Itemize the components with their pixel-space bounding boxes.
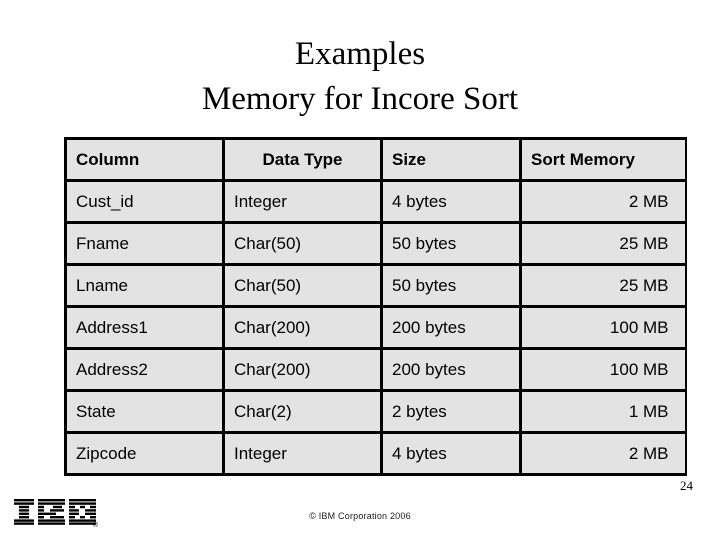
cell-sort-memory: 100 MB — [520, 306, 686, 350]
table-row: Address1 Char(200) 200 bytes 100 MB — [65, 306, 686, 350]
page-number: 24 — [680, 478, 693, 493]
table-row: Lname Char(50) 50 bytes 25 MB — [65, 264, 686, 308]
cell-data-type: Char(200) — [223, 348, 383, 392]
cell-data-type: Char(50) — [223, 222, 383, 266]
title-line-1: Examples — [294, 36, 426, 72]
table-header-row: Column Data Type Size Sort Memory — [65, 138, 686, 182]
cell-size: 4 bytes — [381, 180, 522, 224]
page-title: Examples Memory for Incore Sort — [0, 32, 720, 122]
cell-sort-memory: 100 MB — [520, 348, 686, 392]
table-row: Zipcode Integer 4 bytes 2 MB — [65, 432, 686, 475]
copyright-notice: © IBM Corporation 2006 — [309, 511, 411, 521]
column-header-sort-memory: Sort Memory — [520, 138, 686, 182]
cell-size: 50 bytes — [381, 222, 522, 266]
cell-sort-memory: 2 MB — [520, 180, 686, 224]
memory-for-incore-sort-table: Column Data Type Size Sort Memory Cust_i… — [64, 137, 687, 476]
column-header-data-type: Data Type — [223, 138, 383, 182]
cell-size: 4 bytes — [381, 432, 522, 475]
cell-size: 2 bytes — [381, 390, 522, 434]
column-header-size: Size — [381, 138, 522, 182]
cell-column: Address1 — [65, 306, 225, 350]
table-row: Address2 Char(200) 200 bytes 100 MB — [65, 348, 686, 392]
cell-column: Fname — [65, 222, 225, 266]
table-row: Fname Char(50) 50 bytes 25 MB — [65, 222, 686, 266]
cell-sort-memory: 1 MB — [520, 390, 686, 434]
cell-column: Lname — [65, 264, 225, 308]
cell-size: 200 bytes — [381, 348, 522, 392]
cell-size: 50 bytes — [381, 264, 522, 308]
cell-sort-memory: 25 MB — [520, 222, 686, 266]
cell-data-type: Integer — [223, 432, 383, 475]
cell-column: Address2 — [65, 348, 225, 392]
cell-data-type: Char(50) — [223, 264, 383, 308]
title-line-2: Memory for Incore Sort — [201, 81, 519, 117]
cell-sort-memory: 25 MB — [520, 264, 686, 308]
cell-data-type: Char(200) — [223, 306, 383, 350]
registered-trademark-mark: ® — [92, 522, 98, 529]
cell-data-type: Integer — [223, 180, 383, 224]
column-header-column: Column — [65, 138, 225, 182]
table-row: State Char(2) 2 bytes 1 MB — [65, 390, 686, 434]
cell-column: Zipcode — [65, 432, 225, 475]
cell-size: 200 bytes — [381, 306, 522, 350]
cell-column: State — [65, 390, 225, 434]
table-row: Cust_id Integer 4 bytes 2 MB — [65, 180, 686, 224]
cell-sort-memory: 2 MB — [520, 432, 686, 475]
cell-column: Cust_id — [65, 180, 225, 224]
cell-data-type: Char(2) — [223, 390, 383, 434]
